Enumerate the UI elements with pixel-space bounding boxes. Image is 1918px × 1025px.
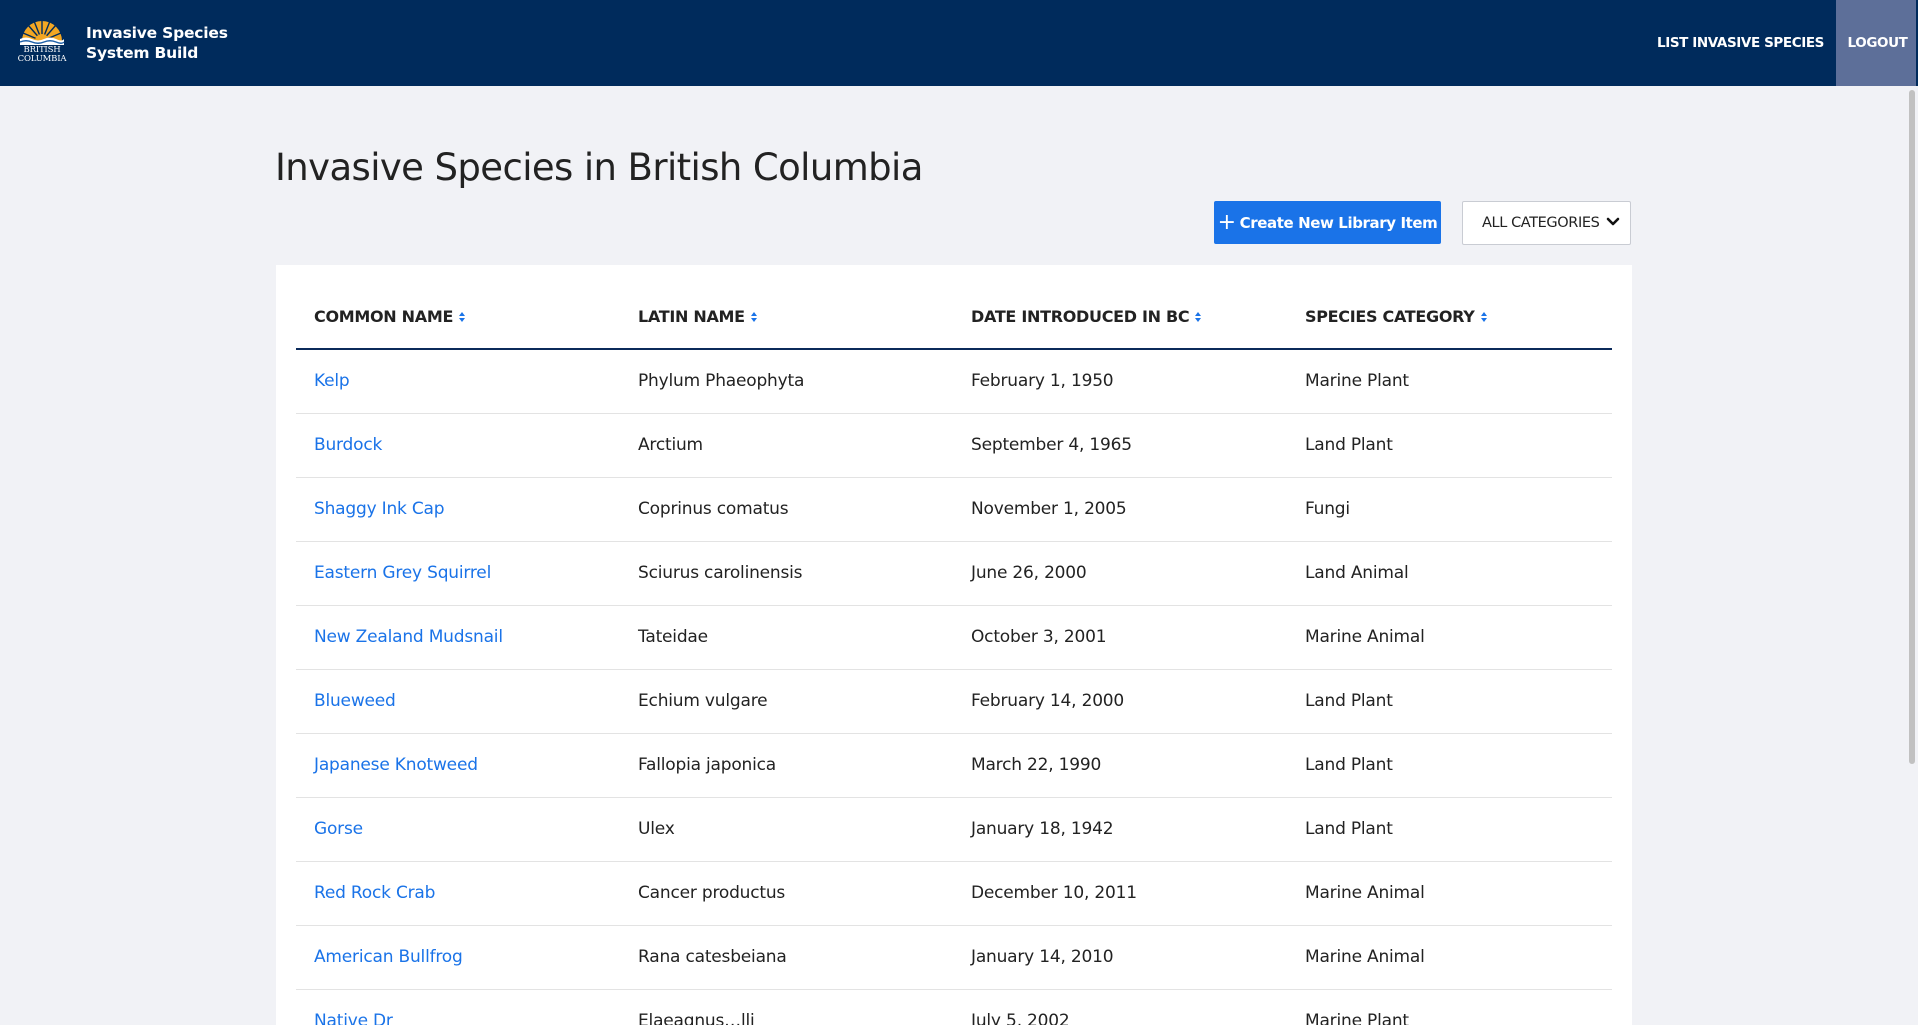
table-row: Shaggy Ink Cap Coprinus comatus November… xyxy=(296,478,1612,542)
create-library-item-button[interactable]: + Create New Library Item xyxy=(1214,201,1441,244)
sort-icon xyxy=(1195,311,1202,322)
nav-menu: LIST INVASIVE SPECIES LOGOUT xyxy=(1645,0,1918,86)
species-link[interactable]: Japanese Knotweed xyxy=(314,755,478,775)
latin-name-cell: Sciurus carolinensis xyxy=(638,563,803,583)
app-title-line2: System Build xyxy=(86,44,199,62)
latin-name-cell: Ulex xyxy=(638,819,675,839)
table-row: American Bullfrog Rana catesbeiana Janua… xyxy=(296,926,1612,990)
species-link[interactable]: Gorse xyxy=(314,819,363,839)
category-cell: Land Plant xyxy=(1305,435,1393,455)
date-cell: March 22, 1990 xyxy=(971,755,1102,775)
category-cell: Land Plant xyxy=(1305,819,1393,839)
category-cell: Marine Animal xyxy=(1305,883,1425,903)
date-cell: September 4, 1965 xyxy=(971,435,1132,455)
date-cell: July 5, 2002 xyxy=(971,1011,1070,1025)
species-link[interactable]: Kelp xyxy=(314,371,350,391)
date-cell: February 14, 2000 xyxy=(971,691,1125,711)
bc-logo[interactable]: BRITISH COLUMBIA xyxy=(14,15,70,71)
page-title: Invasive Species in British Columbia xyxy=(275,146,923,189)
latin-name-cell: Rana catesbeiana xyxy=(638,947,787,967)
logo-text: BRITISH COLUMBIA xyxy=(17,45,67,64)
latin-name-cell: Tateidae xyxy=(638,627,708,647)
table-row: Eastern Grey Squirrel Sciurus carolinens… xyxy=(296,542,1612,606)
date-cell: February 1, 1950 xyxy=(971,371,1114,391)
category-cell: Marine Plant xyxy=(1305,1011,1409,1025)
latin-name-cell: Elaeagnus…lli xyxy=(638,1011,755,1025)
logout-button[interactable]: LOGOUT xyxy=(1836,0,1916,86)
latin-name-cell: Arctium xyxy=(638,435,703,455)
latin-name-cell: Fallopia japonica xyxy=(638,755,777,775)
category-cell: Fungi xyxy=(1305,499,1350,519)
species-link[interactable]: Burdock xyxy=(314,435,382,455)
species-table: COMMON NAME LATIN NAME DATE INTRODUCED I… xyxy=(296,265,1612,1025)
species-link[interactable]: American Bullfrog xyxy=(314,947,463,967)
category-cell: Marine Animal xyxy=(1305,627,1425,647)
species-link[interactable]: Red Rock Crab xyxy=(314,883,435,903)
species-link[interactable]: Shaggy Ink Cap xyxy=(314,499,445,519)
table-row: Native Dr Elaeagnus…lli July 5, 2002 Mar… xyxy=(296,990,1612,1025)
category-filter-select[interactable]: ALL CATEGORIES xyxy=(1462,201,1631,245)
latin-name-cell: Cancer productus xyxy=(638,883,786,903)
plus-icon: + xyxy=(1217,209,1236,235)
date-cell: June 26, 2000 xyxy=(971,563,1087,583)
column-header-common-name[interactable]: COMMON NAME xyxy=(314,307,466,326)
latin-name-cell: Phylum Phaeophyta xyxy=(638,371,805,391)
create-button-label: Create New Library Item xyxy=(1239,213,1438,232)
date-cell: January 18, 1942 xyxy=(971,819,1114,839)
table-row: Red Rock Crab Cancer productus December … xyxy=(296,862,1612,926)
category-cell: Marine Animal xyxy=(1305,947,1425,967)
category-cell: Land Plant xyxy=(1305,755,1393,775)
sunrise-icon xyxy=(19,19,65,45)
table-row: Japanese Knotweed Fallopia japonica Marc… xyxy=(296,734,1612,798)
scrollbar-thumb[interactable] xyxy=(1909,90,1915,764)
table-header: COMMON NAME LATIN NAME DATE INTRODUCED I… xyxy=(296,265,1612,350)
date-cell: November 1, 2005 xyxy=(971,499,1127,519)
page-scrollbar[interactable] xyxy=(1906,86,1918,1018)
app-title-line1: Invasive Species xyxy=(86,24,228,42)
column-header-date-introduced[interactable]: DATE INTRODUCED IN BC xyxy=(971,307,1202,326)
date-cell: January 14, 2010 xyxy=(971,947,1114,967)
table-row: New Zealand Mudsnail Tateidae October 3,… xyxy=(296,606,1612,670)
column-header-species-category[interactable]: SPECIES CATEGORY xyxy=(1305,307,1488,326)
top-navbar: BRITISH COLUMBIA Invasive Species System… xyxy=(0,0,1918,86)
latin-name-cell: Coprinus comatus xyxy=(638,499,789,519)
species-table-card: COMMON NAME LATIN NAME DATE INTRODUCED I… xyxy=(276,265,1632,1025)
sort-icon xyxy=(459,311,466,322)
column-header-latin-name[interactable]: LATIN NAME xyxy=(638,307,758,326)
table-row: Gorse Ulex January 18, 1942 Land Plant xyxy=(296,798,1612,862)
table-row: Blueweed Echium vulgare February 14, 200… xyxy=(296,670,1612,734)
chevron-down-icon xyxy=(1606,217,1620,226)
date-cell: December 10, 2011 xyxy=(971,883,1137,903)
species-link[interactable]: New Zealand Mudsnail xyxy=(314,627,503,647)
latin-name-cell: Echium vulgare xyxy=(638,691,768,711)
table-row: Burdock Arctium September 4, 1965 Land P… xyxy=(296,414,1612,478)
species-link[interactable]: Eastern Grey Squirrel xyxy=(314,563,491,583)
date-cell: October 3, 2001 xyxy=(971,627,1107,647)
sort-icon xyxy=(1480,311,1487,322)
nav-list-invasive-species[interactable]: LIST INVASIVE SPECIES xyxy=(1645,0,1836,86)
table-row: Kelp Phylum Phaeophyta February 1, 1950 … xyxy=(296,350,1612,414)
category-cell: Land Animal xyxy=(1305,563,1409,583)
category-select-value: ALL CATEGORIES xyxy=(1482,215,1600,231)
brand[interactable]: BRITISH COLUMBIA Invasive Species System… xyxy=(0,0,228,86)
category-cell: Land Plant xyxy=(1305,691,1393,711)
app-title[interactable]: Invasive Species System Build xyxy=(86,23,228,63)
species-link[interactable]: Blueweed xyxy=(314,691,396,711)
category-cell: Marine Plant xyxy=(1305,371,1409,391)
species-link[interactable]: Native Dr xyxy=(314,1011,393,1025)
sort-icon xyxy=(750,311,757,322)
